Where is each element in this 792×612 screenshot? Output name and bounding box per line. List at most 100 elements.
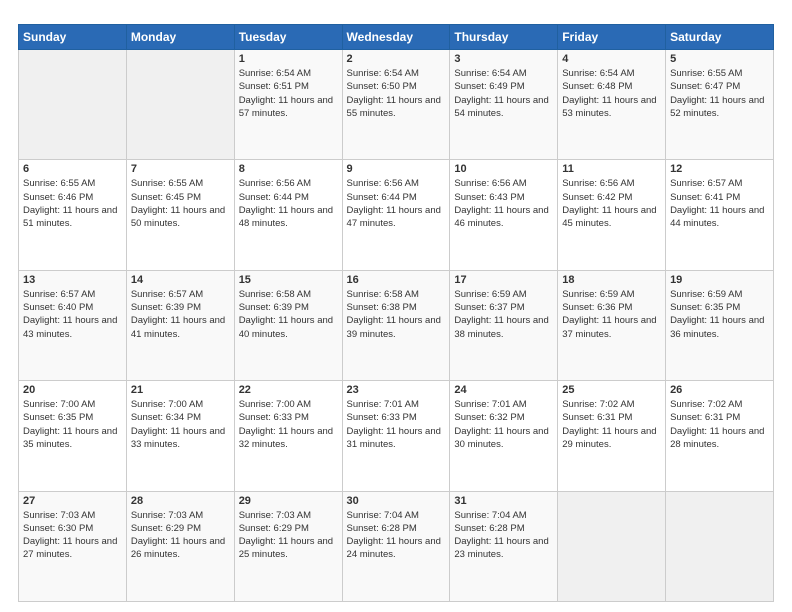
cell-info: Sunrise: 7:02 AMSunset: 6:31 PMDaylight:… bbox=[562, 398, 661, 451]
day-number: 5 bbox=[670, 53, 769, 65]
cell-info: Sunrise: 6:59 AMSunset: 6:36 PMDaylight:… bbox=[562, 288, 661, 341]
weekday-header-tuesday: Tuesday bbox=[234, 25, 342, 50]
weekday-header-friday: Friday bbox=[558, 25, 666, 50]
calendar-cell: 23 Sunrise: 7:01 AMSunset: 6:33 PMDayligh… bbox=[342, 381, 450, 491]
calendar-cell: 2 Sunrise: 6:54 AMSunset: 6:50 PMDaylight… bbox=[342, 50, 450, 160]
day-number: 2 bbox=[347, 53, 446, 65]
cell-info: Sunrise: 7:01 AMSunset: 6:33 PMDaylight:… bbox=[347, 398, 446, 451]
calendar-cell: 21 Sunrise: 7:00 AMSunset: 6:34 PMDayligh… bbox=[126, 381, 234, 491]
cell-info: Sunrise: 6:58 AMSunset: 6:39 PMDaylight:… bbox=[239, 288, 338, 341]
calendar-cell: 17 Sunrise: 6:59 AMSunset: 6:37 PMDayligh… bbox=[450, 270, 558, 380]
weekday-header-thursday: Thursday bbox=[450, 25, 558, 50]
calendar-cell: 9Sunrise: 6:56 AMSunset: 6:44 PMDaylight… bbox=[342, 160, 450, 270]
page: General Blue SundayMondayTuesdayWednesda… bbox=[0, 0, 792, 612]
day-number: 1 bbox=[239, 53, 338, 65]
weekday-row: SundayMondayTuesdayWednesdayThursdayFrid… bbox=[19, 25, 774, 50]
calendar-cell: 25 Sunrise: 7:02 AMSunset: 6:31 PMDayligh… bbox=[558, 381, 666, 491]
calendar-body: 1 Sunrise: 6:54 AMSunset: 6:51 PMDaylight… bbox=[19, 50, 774, 602]
day-number: 7 bbox=[131, 163, 230, 175]
day-number: 16 bbox=[347, 274, 446, 286]
cell-info: Sunrise: 6:54 AMSunset: 6:48 PMDaylight:… bbox=[562, 67, 661, 120]
calendar-cell bbox=[666, 491, 774, 601]
cell-info: Sunrise: 6:57 AMSunset: 6:40 PMDaylight:… bbox=[23, 288, 122, 341]
weekday-header-sunday: Sunday bbox=[19, 25, 127, 50]
calendar-cell: 12 Sunrise: 6:57 AMSunset: 6:41 PMDayligh… bbox=[666, 160, 774, 270]
cell-info: Sunrise: 6:57 AMSunset: 6:41 PMDaylight:… bbox=[670, 177, 769, 230]
day-number: 29 bbox=[239, 495, 338, 507]
calendar-cell bbox=[19, 50, 127, 160]
cell-info: Sunrise: 6:56 AMSunset: 6:44 PMDaylight:… bbox=[347, 177, 446, 230]
cell-info: Sunrise: 6:58 AMSunset: 6:38 PMDaylight:… bbox=[347, 288, 446, 341]
cell-info: Sunrise: 6:59 AMSunset: 6:35 PMDaylight:… bbox=[670, 288, 769, 341]
calendar-week-3: 13 Sunrise: 6:57 AMSunset: 6:40 PMDayligh… bbox=[19, 270, 774, 380]
calendar-cell: 16 Sunrise: 6:58 AMSunset: 6:38 PMDayligh… bbox=[342, 270, 450, 380]
cell-info: Sunrise: 6:56 AMSunset: 6:42 PMDaylight:… bbox=[562, 177, 661, 230]
calendar-cell: 29Sunrise: 7:03 AMSunset: 6:29 PMDayligh… bbox=[234, 491, 342, 601]
calendar-week-5: 27Sunrise: 7:03 AMSunset: 6:30 PMDayligh… bbox=[19, 491, 774, 601]
cell-info: Sunrise: 7:04 AMSunset: 6:28 PMDaylight:… bbox=[454, 509, 553, 562]
calendar-cell: 3 Sunrise: 6:54 AMSunset: 6:49 PMDaylight… bbox=[450, 50, 558, 160]
day-number: 31 bbox=[454, 495, 553, 507]
day-number: 28 bbox=[131, 495, 230, 507]
day-number: 13 bbox=[23, 274, 122, 286]
day-number: 15 bbox=[239, 274, 338, 286]
day-number: 8 bbox=[239, 163, 338, 175]
day-number: 11 bbox=[562, 163, 661, 175]
calendar-cell bbox=[558, 491, 666, 601]
day-number: 17 bbox=[454, 274, 553, 286]
day-number: 4 bbox=[562, 53, 661, 65]
calendar-header: SundayMondayTuesdayWednesdayThursdayFrid… bbox=[19, 25, 774, 50]
calendar-cell: 6 Sunrise: 6:55 AMSunset: 6:46 PMDaylight… bbox=[19, 160, 127, 270]
cell-info: Sunrise: 7:03 AMSunset: 6:29 PMDaylight:… bbox=[131, 509, 230, 562]
weekday-header-monday: Monday bbox=[126, 25, 234, 50]
day-number: 21 bbox=[131, 384, 230, 396]
day-number: 10 bbox=[454, 163, 553, 175]
day-number: 6 bbox=[23, 163, 122, 175]
day-number: 19 bbox=[670, 274, 769, 286]
cell-info: Sunrise: 7:03 AMSunset: 6:30 PMDaylight:… bbox=[23, 509, 122, 562]
calendar-cell: 7 Sunrise: 6:55 AMSunset: 6:45 PMDaylight… bbox=[126, 160, 234, 270]
cell-info: Sunrise: 6:56 AMSunset: 6:44 PMDaylight:… bbox=[239, 177, 338, 230]
cell-info: Sunrise: 6:54 AMSunset: 6:49 PMDaylight:… bbox=[454, 67, 553, 120]
day-number: 24 bbox=[454, 384, 553, 396]
day-number: 3 bbox=[454, 53, 553, 65]
calendar-cell: 8 Sunrise: 6:56 AMSunset: 6:44 PMDaylight… bbox=[234, 160, 342, 270]
calendar-week-4: 20Sunrise: 7:00 AMSunset: 6:35 PMDayligh… bbox=[19, 381, 774, 491]
cell-info: Sunrise: 7:04 AMSunset: 6:28 PMDaylight:… bbox=[347, 509, 446, 562]
cell-info: Sunrise: 6:54 AMSunset: 6:50 PMDaylight:… bbox=[347, 67, 446, 120]
calendar-cell: 5 Sunrise: 6:55 AMSunset: 6:47 PMDaylight… bbox=[666, 50, 774, 160]
calendar-week-1: 1 Sunrise: 6:54 AMSunset: 6:51 PMDaylight… bbox=[19, 50, 774, 160]
calendar-cell bbox=[126, 50, 234, 160]
day-number: 12 bbox=[670, 163, 769, 175]
cell-info: Sunrise: 6:54 AMSunset: 6:51 PMDaylight:… bbox=[239, 67, 338, 120]
calendar-cell: 20Sunrise: 7:00 AMSunset: 6:35 PMDayligh… bbox=[19, 381, 127, 491]
day-number: 26 bbox=[670, 384, 769, 396]
calendar-cell: 28 Sunrise: 7:03 AMSunset: 6:29 PMDayligh… bbox=[126, 491, 234, 601]
cell-info: Sunrise: 7:01 AMSunset: 6:32 PMDaylight:… bbox=[454, 398, 553, 451]
cell-info: Sunrise: 6:56 AMSunset: 6:43 PMDaylight:… bbox=[454, 177, 553, 230]
day-number: 23 bbox=[347, 384, 446, 396]
calendar-table: SundayMondayTuesdayWednesdayThursdayFrid… bbox=[18, 24, 774, 602]
cell-info: Sunrise: 6:55 AMSunset: 6:47 PMDaylight:… bbox=[670, 67, 769, 120]
calendar-cell: 10 Sunrise: 6:56 AMSunset: 6:43 PMDayligh… bbox=[450, 160, 558, 270]
cell-info: Sunrise: 7:00 AMSunset: 6:33 PMDaylight:… bbox=[239, 398, 338, 451]
day-number: 18 bbox=[562, 274, 661, 286]
calendar-cell: 31 Sunrise: 7:04 AMSunset: 6:28 PMDayligh… bbox=[450, 491, 558, 601]
calendar-cell: 13 Sunrise: 6:57 AMSunset: 6:40 PMDayligh… bbox=[19, 270, 127, 380]
cell-info: Sunrise: 7:00 AMSunset: 6:34 PMDaylight:… bbox=[131, 398, 230, 451]
calendar-cell: 11 Sunrise: 6:56 AMSunset: 6:42 PMDayligh… bbox=[558, 160, 666, 270]
calendar-cell: 18 Sunrise: 6:59 AMSunset: 6:36 PMDayligh… bbox=[558, 270, 666, 380]
weekday-header-saturday: Saturday bbox=[666, 25, 774, 50]
cell-info: Sunrise: 7:02 AMSunset: 6:31 PMDaylight:… bbox=[670, 398, 769, 451]
calendar-cell: 24 Sunrise: 7:01 AMSunset: 6:32 PMDayligh… bbox=[450, 381, 558, 491]
day-number: 25 bbox=[562, 384, 661, 396]
calendar-cell: 22Sunrise: 7:00 AMSunset: 6:33 PMDayligh… bbox=[234, 381, 342, 491]
cell-info: Sunrise: 6:55 AMSunset: 6:46 PMDaylight:… bbox=[23, 177, 122, 230]
calendar-cell: 19 Sunrise: 6:59 AMSunset: 6:35 PMDayligh… bbox=[666, 270, 774, 380]
cell-info: Sunrise: 6:59 AMSunset: 6:37 PMDaylight:… bbox=[454, 288, 553, 341]
cell-info: Sunrise: 7:00 AMSunset: 6:35 PMDaylight:… bbox=[23, 398, 122, 451]
calendar-cell: 27Sunrise: 7:03 AMSunset: 6:30 PMDayligh… bbox=[19, 491, 127, 601]
day-number: 30 bbox=[347, 495, 446, 507]
cell-info: Sunrise: 6:55 AMSunset: 6:45 PMDaylight:… bbox=[131, 177, 230, 230]
day-number: 14 bbox=[131, 274, 230, 286]
